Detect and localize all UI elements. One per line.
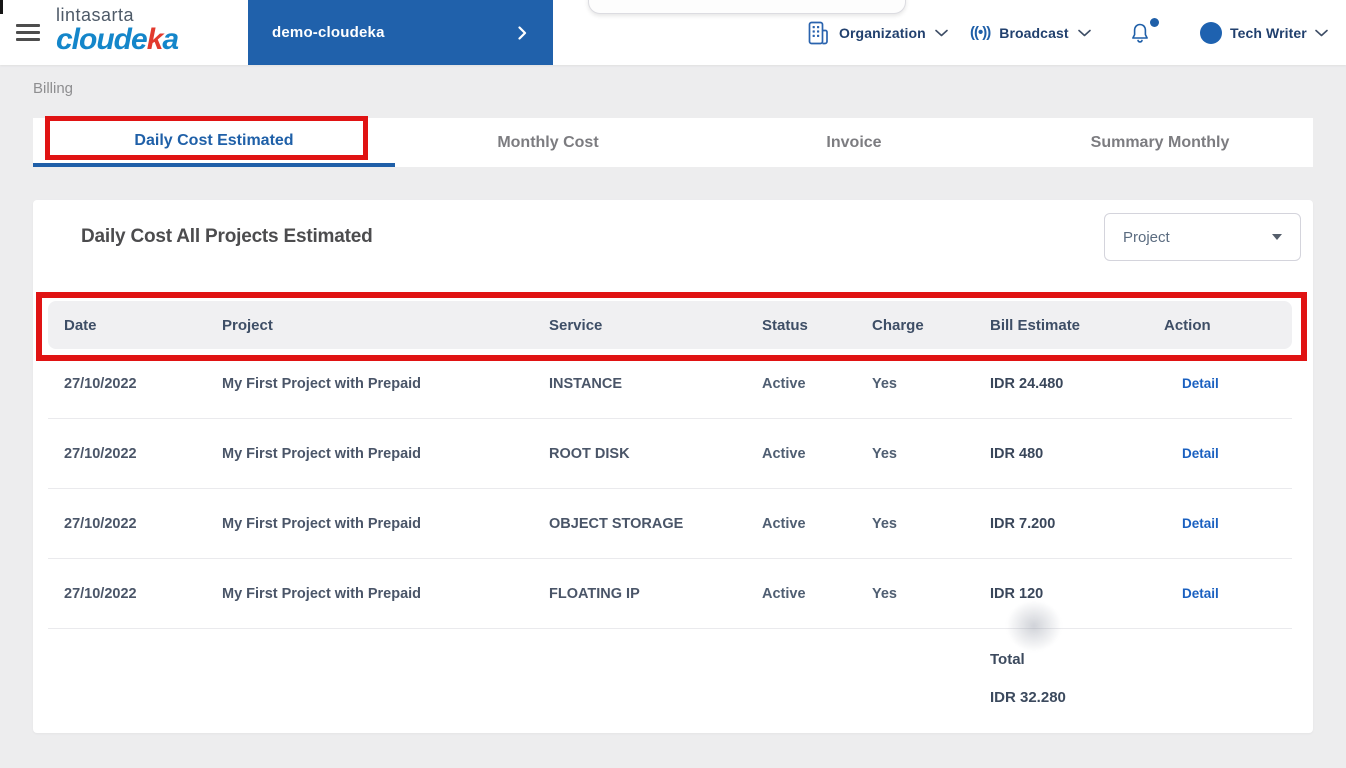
brand-line2: cloudeka — [56, 23, 179, 56]
cell-date: 27/10/2022 — [64, 515, 137, 532]
project-filter-dropdown[interactable]: Project — [1104, 213, 1301, 261]
detail-link[interactable]: Detail — [1182, 446, 1219, 461]
brand-logo: lintasarta cloudeka — [56, 5, 179, 56]
column-header-bill-estimate: Bill Estimate — [990, 316, 1081, 334]
column-header-service: Service — [549, 316, 603, 334]
tab-monthly-cost[interactable]: Monthly Cost — [395, 118, 701, 167]
chevron-right-icon — [518, 25, 527, 40]
cell-service: FLOATING IP — [549, 585, 640, 602]
cell-charge: Yes — [872, 515, 897, 532]
user-name: Tech Writer — [1230, 24, 1307, 41]
cell-date: 27/10/2022 — [64, 375, 137, 392]
cell-bill-estimate: IDR 7.200 — [990, 515, 1056, 532]
bell-icon — [1128, 20, 1152, 46]
column-header-project: Project — [222, 316, 273, 334]
workspace-name: demo-cloudeka — [272, 24, 385, 41]
workspace-switcher[interactable]: demo-cloudeka — [248, 0, 553, 65]
daily-cost-panel: Daily Cost All Projects Estimated Projec… — [33, 200, 1313, 733]
column-header-date: Date — [64, 316, 97, 334]
cell-bill-estimate: IDR 24.480 — [990, 375, 1064, 392]
organization-label: Organization — [839, 24, 926, 41]
column-header-charge: Charge — [872, 316, 924, 334]
table-total: Total IDR 32.280 — [48, 651, 1292, 706]
cell-service: ROOT DISK — [549, 445, 630, 462]
cell-charge: Yes — [872, 375, 897, 392]
organization-building-icon — [806, 20, 830, 46]
broadcast-label: Broadcast — [999, 24, 1069, 41]
cell-bill-estimate: IDR 120 — [990, 585, 1044, 602]
cell-project: My First Project with Prepaid — [222, 585, 422, 602]
table-row: 27/10/2022 My First Project with Prepaid… — [48, 489, 1292, 559]
cell-status: Active — [762, 375, 806, 392]
chevron-down-icon — [1315, 29, 1328, 37]
dropdown-caret-icon — [1272, 234, 1282, 240]
total-label: Total — [990, 651, 1025, 668]
broadcast-icon: ((•)) — [970, 24, 991, 41]
cell-project: My First Project with Prepaid — [222, 375, 422, 392]
panel-title: Daily Cost All Projects Estimated — [81, 226, 373, 247]
cropped-tooltip-artifact — [588, 0, 906, 14]
table-row: 27/10/2022 My First Project with Prepaid… — [48, 349, 1292, 419]
column-header-status: Status — [762, 316, 808, 334]
cell-date: 27/10/2022 — [64, 445, 137, 462]
billing-tabs: Daily Cost Estimated Monthly Cost Invoic… — [33, 118, 1313, 167]
top-bar: lintasarta cloudeka demo-cloudeka Organi… — [0, 0, 1346, 65]
table-row: 27/10/2022 My First Project with Prepaid… — [48, 559, 1292, 629]
cell-service: INSTANCE — [549, 375, 623, 392]
detail-link[interactable]: Detail — [1182, 586, 1219, 601]
cell-charge: Yes — [872, 445, 897, 462]
brand-line1: lintasarta — [56, 5, 135, 25]
cell-date: 27/10/2022 — [64, 585, 137, 602]
table-header-row: Date Project Service Status Charge Bill … — [48, 301, 1292, 349]
tab-daily-cost-estimated[interactable]: Daily Cost Estimated — [33, 118, 395, 167]
cell-service: OBJECT STORAGE — [549, 515, 684, 532]
cell-charge: Yes — [872, 585, 897, 602]
project-filter-value: Project — [1123, 228, 1170, 246]
daily-cost-table: Date Project Service Status Charge Bill … — [48, 301, 1292, 706]
cell-project: My First Project with Prepaid — [222, 445, 422, 462]
screen-corner-artifact — [0, 0, 3, 14]
breadcrumb: Billing — [33, 80, 74, 97]
avatar — [1200, 21, 1222, 44]
total-value: IDR 32.280 — [990, 689, 1066, 706]
notification-badge — [1150, 18, 1159, 27]
cell-project: My First Project with Prepaid — [222, 515, 422, 532]
broadcast-menu[interactable]: ((•)) Broadcast — [970, 0, 1091, 65]
cell-status: Active — [762, 585, 806, 602]
cell-bill-estimate: IDR 480 — [990, 445, 1044, 462]
table-row: 27/10/2022 My First Project with Prepaid… — [48, 419, 1292, 489]
tab-summary-monthly[interactable]: Summary Monthly — [1007, 118, 1313, 167]
hamburger-menu-icon[interactable] — [16, 24, 40, 42]
detail-link[interactable]: Detail — [1182, 376, 1219, 391]
cell-status: Active — [762, 515, 806, 532]
column-header-action: Action — [1164, 316, 1211, 334]
notifications-button[interactable] — [1128, 0, 1159, 65]
chevron-down-icon — [1077, 29, 1091, 37]
detail-link[interactable]: Detail — [1182, 516, 1219, 531]
tab-invoice[interactable]: Invoice — [701, 118, 1007, 167]
user-menu[interactable]: Tech Writer — [1200, 0, 1328, 65]
chevron-down-icon — [934, 29, 948, 37]
cell-status: Active — [762, 445, 806, 462]
